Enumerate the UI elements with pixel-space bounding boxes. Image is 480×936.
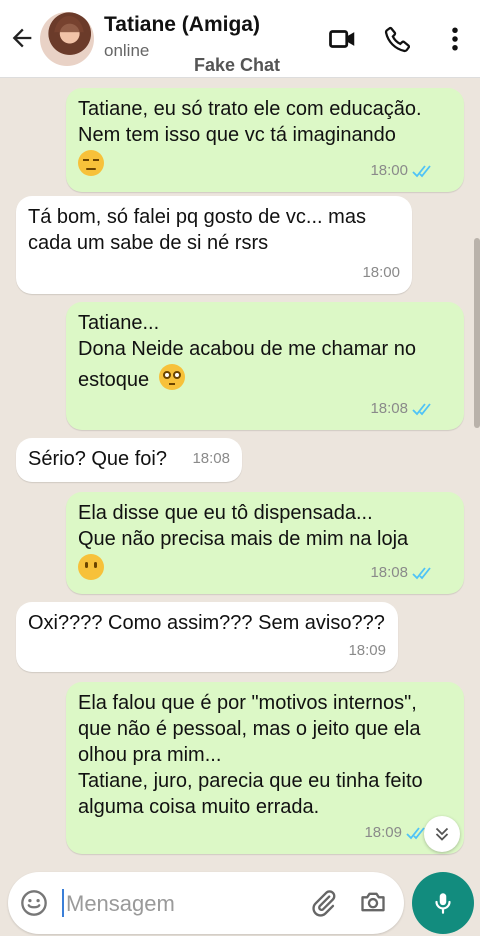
- message-text: Tatiane, eu só trato ele com educação. N…: [78, 98, 422, 146]
- message-input[interactable]: Mensagem: [66, 891, 175, 917]
- message-text: Tá bom, só falei pq gosto de vc... mas c…: [28, 206, 366, 254]
- flushed-face-icon: [158, 364, 185, 390]
- double-chevron-down-icon: [435, 827, 449, 841]
- message-time: 18:08: [370, 400, 408, 417]
- more-menu-icon[interactable]: [440, 24, 470, 54]
- contact-name[interactable]: Tatiane (Amiga): [104, 13, 260, 37]
- message-meta: 18:08: [370, 560, 434, 586]
- camera-icon[interactable]: [358, 888, 388, 916]
- message-bubble-outgoing[interactable]: Tatiane, eu só trato ele com educação. N…: [66, 88, 464, 192]
- message-bubble-outgoing[interactable]: Tatiane... Dona Neide acabou de me chama…: [66, 302, 464, 430]
- mic-button[interactable]: [412, 872, 474, 934]
- watermark: Fake Chat: [194, 55, 281, 75]
- message-text: Tatiane... Dona Neide acabou de me chama…: [78, 312, 416, 391]
- message-bubble-incoming[interactable]: Oxi???? Como assim??? Sem aviso??? 18:09: [16, 602, 398, 672]
- video-call-icon[interactable]: [328, 24, 358, 54]
- message-time: 18:00: [370, 162, 408, 179]
- read-ticks-icon: [412, 165, 431, 178]
- attach-icon[interactable]: [310, 888, 338, 918]
- message-bubble-outgoing[interactable]: Ela disse que eu tô dispensada... Que nã…: [66, 492, 464, 594]
- message-meta: 18:09: [348, 638, 386, 664]
- chat-area[interactable]: Tatiane, eu só trato ele com educação. N…: [0, 78, 480, 858]
- unamused-face-icon: [78, 150, 104, 176]
- message-meta: 18:09: [364, 820, 428, 846]
- avatar[interactable]: [40, 12, 94, 66]
- message-bubble-incoming[interactable]: Sério? Que foi? 18:08: [16, 438, 242, 482]
- message-bubble-incoming[interactable]: Tá bom, só falei pq gosto de vc... mas c…: [16, 196, 412, 294]
- message-time: 18:09: [364, 824, 402, 841]
- chat-header: Tatiane (Amiga) online Fake Chat: [0, 0, 480, 78]
- message-text: Oxi???? Como assim??? Sem aviso???: [28, 612, 385, 634]
- face-without-mouth-icon: [78, 554, 104, 580]
- message-bubble-outgoing[interactable]: Ela falou que é por "motivos internos", …: [66, 682, 464, 854]
- back-arrow-icon[interactable]: [8, 24, 36, 52]
- message-time: 18:00: [362, 264, 400, 281]
- phone-icon[interactable]: [383, 24, 413, 54]
- message-time: 18:08: [370, 564, 408, 581]
- message-text: Ela disse que eu tô dispensada... Que nã…: [78, 502, 409, 550]
- emoji-icon[interactable]: [20, 889, 48, 917]
- text-cursor: [62, 889, 64, 917]
- message-meta: 18:08: [192, 446, 230, 472]
- message-meta: 18:00: [370, 158, 434, 184]
- read-ticks-icon: [412, 403, 431, 416]
- message-text: Ela falou que é por "motivos internos", …: [78, 692, 423, 818]
- contact-status: online: [104, 41, 150, 60]
- mic-icon: [435, 893, 451, 914]
- read-ticks-icon: [412, 567, 431, 580]
- message-meta: 18:08: [370, 396, 434, 422]
- message-meta: 18:00: [362, 260, 400, 286]
- message-composer: Mensagem: [8, 872, 404, 934]
- scrollbar[interactable]: [474, 238, 480, 428]
- scroll-down-button[interactable]: [424, 816, 460, 852]
- message-time: 18:09: [348, 642, 386, 659]
- message-time: 18:08: [192, 450, 230, 467]
